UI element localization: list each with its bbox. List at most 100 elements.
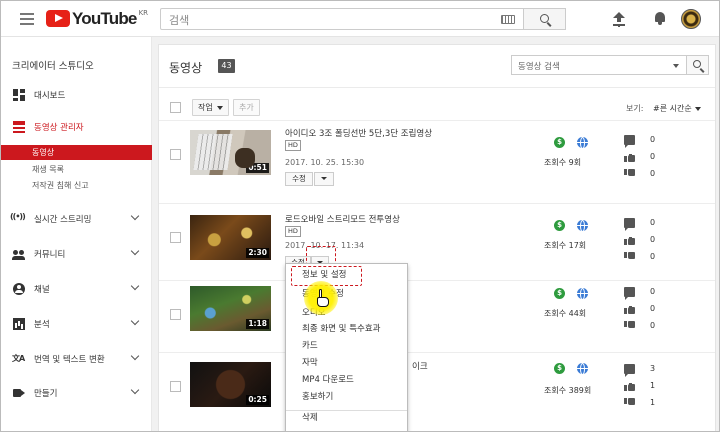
community-icon bbox=[12, 248, 25, 260]
like-count: 0 bbox=[650, 152, 656, 161]
sidebar: 크리에이터 스튜디오 대시보드 동영상 관리자 동영상 재생 목록 저작권 침해… bbox=[1, 37, 152, 431]
dashboard-icon bbox=[13, 89, 25, 101]
edit-button[interactable]: 수정 bbox=[285, 172, 313, 186]
add-button[interactable]: 추가 bbox=[233, 99, 260, 116]
video-title[interactable]: 이크 bbox=[412, 361, 452, 373]
sidebar-item-video-manager[interactable]: 동영상 관리자 bbox=[1, 117, 152, 137]
row-checkbox[interactable] bbox=[170, 381, 181, 392]
like-icon bbox=[624, 381, 635, 391]
table-row: 2:30 로드오바일 스트리모드 전투영상 HD 2017. 10. 17. 11… bbox=[159, 203, 715, 275]
top-bar: YouTube KR 검색 bbox=[1, 1, 719, 37]
select-all-checkbox[interactable] bbox=[170, 102, 181, 113]
dislike-count: 0 bbox=[650, 252, 656, 261]
upload-icon-base bbox=[613, 24, 625, 26]
dislike-icon bbox=[624, 321, 635, 331]
menu-item-subtitles[interactable]: 자막 bbox=[286, 355, 407, 372]
comment-count: 0 bbox=[650, 218, 656, 227]
hd-badge: HD bbox=[285, 226, 301, 237]
search-input[interactable]: 검색 bbox=[160, 8, 524, 30]
sort-select[interactable]: #른 시간순 bbox=[653, 103, 701, 114]
comment-icon bbox=[624, 135, 635, 148]
dislike-count: 0 bbox=[650, 321, 656, 330]
like-icon bbox=[624, 152, 635, 162]
sidebar-item-create[interactable]: 만들기 bbox=[1, 383, 152, 403]
video-manager-icon bbox=[13, 121, 25, 133]
video-title-text: 로드오바일 스트리모드 전투영상 bbox=[285, 215, 400, 225]
menu-item-audio[interactable]: 오디오 bbox=[286, 305, 407, 322]
duration-label: 1:18 bbox=[246, 319, 269, 329]
comment-count: 0 bbox=[650, 287, 656, 296]
studio-title: 크리에이터 스튜디오 bbox=[12, 61, 94, 72]
row-checkbox[interactable] bbox=[170, 232, 181, 243]
caret-down-icon bbox=[216, 105, 223, 110]
sidebar-item-live[interactable]: 실시간 스트리밍 bbox=[1, 209, 152, 229]
video-thumbnail[interactable]: 0:25 bbox=[190, 362, 271, 407]
like-count: 1 bbox=[650, 381, 656, 390]
video-thumbnail[interactable]: 0:51 bbox=[190, 130, 271, 175]
actions-button[interactable]: 작업 bbox=[192, 99, 229, 116]
sidebar-item-translation[interactable]: 번역 및 텍스트 변환 bbox=[1, 349, 152, 369]
search-button[interactable] bbox=[524, 8, 566, 30]
chevron-down-icon[interactable] bbox=[130, 246, 140, 256]
youtube-logo[interactable]: YouTube KR bbox=[46, 9, 148, 28]
duration-label: 0:25 bbox=[246, 395, 269, 405]
search-icon bbox=[540, 14, 549, 23]
chevron-down-icon[interactable] bbox=[130, 351, 140, 361]
dislike-icon bbox=[624, 169, 635, 179]
menu-item-end-screen[interactable]: 최종 화면 및 특수효과 bbox=[286, 321, 407, 338]
menu-item-cards[interactable]: 카드 bbox=[286, 338, 407, 355]
dislike-count: 1 bbox=[650, 398, 656, 407]
menu-item-mp4-download[interactable]: MP4 다운로드 bbox=[286, 372, 407, 389]
menu-icon[interactable] bbox=[20, 13, 34, 25]
chevron-down-icon[interactable] bbox=[130, 281, 140, 291]
edit-dropdown-button[interactable] bbox=[314, 172, 334, 186]
keyboard-icon[interactable] bbox=[501, 15, 515, 24]
sidebar-sub-playlists[interactable]: 재생 목록 bbox=[1, 162, 152, 177]
view-count: 조회수 44회 bbox=[544, 309, 587, 318]
main-content: 동영상 43 동영상 검색 작업 추가 보기: #른 시간순 0:51 아이디오… bbox=[152, 37, 719, 431]
avatar[interactable] bbox=[681, 9, 701, 29]
public-globe-icon[interactable] bbox=[577, 288, 588, 300]
row-checkbox[interactable] bbox=[170, 149, 181, 160]
sidebar-item-dashboard[interactable]: 대시보드 bbox=[1, 85, 152, 105]
menu-item-promote[interactable]: 홍보하기 bbox=[286, 389, 407, 406]
sidebar-item-label: 동영상 관리자 bbox=[34, 123, 84, 133]
caret-down-icon[interactable] bbox=[673, 64, 679, 68]
public-globe-icon[interactable] bbox=[577, 137, 588, 149]
row-checkbox[interactable] bbox=[170, 309, 181, 320]
video-title-text: 아이디오 3조 폴딩선반 5단,3단 조립영상 bbox=[285, 129, 433, 139]
video-search-button[interactable] bbox=[686, 55, 709, 75]
channel-icon bbox=[13, 283, 25, 295]
sidebar-item-label: 커뮤니티 bbox=[34, 250, 66, 260]
sidebar-item-community[interactable]: 커뮤니티 bbox=[1, 244, 152, 264]
sidebar-item-analytics[interactable]: 분석 bbox=[1, 314, 152, 334]
play-logo-icon bbox=[46, 10, 70, 27]
sidebar-sub-videos[interactable]: 동영상 bbox=[1, 145, 152, 160]
public-globe-icon[interactable] bbox=[577, 220, 588, 232]
video-thumbnail[interactable]: 1:18 bbox=[190, 286, 271, 331]
sidebar-item-label: 실시간 스트리밍 bbox=[34, 215, 92, 225]
sidebar-item-channel[interactable]: 채널 bbox=[1, 279, 152, 299]
monetization-icon[interactable]: $ bbox=[554, 220, 565, 231]
video-title[interactable]: 로드오바일 스트리모드 전투영상 HD bbox=[285, 214, 435, 238]
sidebar-item-label: 채널 bbox=[34, 285, 50, 295]
chevron-down-icon[interactable] bbox=[130, 316, 140, 326]
public-globe-icon[interactable] bbox=[577, 363, 588, 375]
chevron-down-icon[interactable] bbox=[130, 211, 140, 221]
notification-bell-icon[interactable] bbox=[654, 11, 666, 25]
menu-item-delete[interactable]: 삭제 bbox=[286, 410, 407, 427]
sidebar-item-label: 대시보드 bbox=[34, 91, 66, 101]
monetization-icon[interactable]: $ bbox=[554, 363, 565, 374]
sidebar-sub-copyright[interactable]: 저작권 침해 신고 bbox=[1, 178, 152, 193]
video-list-panel: 동영상 43 동영상 검색 작업 추가 보기: #른 시간순 0:51 아이디오… bbox=[158, 44, 716, 431]
chevron-down-icon[interactable] bbox=[130, 385, 140, 395]
video-thumbnail[interactable]: 2:30 bbox=[190, 215, 271, 260]
like-icon bbox=[624, 235, 635, 245]
table-row: 0:25 이크 $ 조회수 389회 3 1 1 bbox=[159, 352, 715, 424]
sidebar-sub-label: 재생 목록 bbox=[32, 165, 64, 174]
video-search-input[interactable]: 동영상 검색 bbox=[511, 55, 687, 75]
monetization-icon[interactable]: $ bbox=[554, 137, 565, 148]
table-row: 1:18 $ 조회수 44회 0 0 0 bbox=[159, 280, 715, 352]
monetization-icon[interactable]: $ bbox=[554, 288, 565, 299]
video-title[interactable]: 아이디오 3조 폴딩선반 5단,3단 조립영상 HD bbox=[285, 128, 435, 152]
